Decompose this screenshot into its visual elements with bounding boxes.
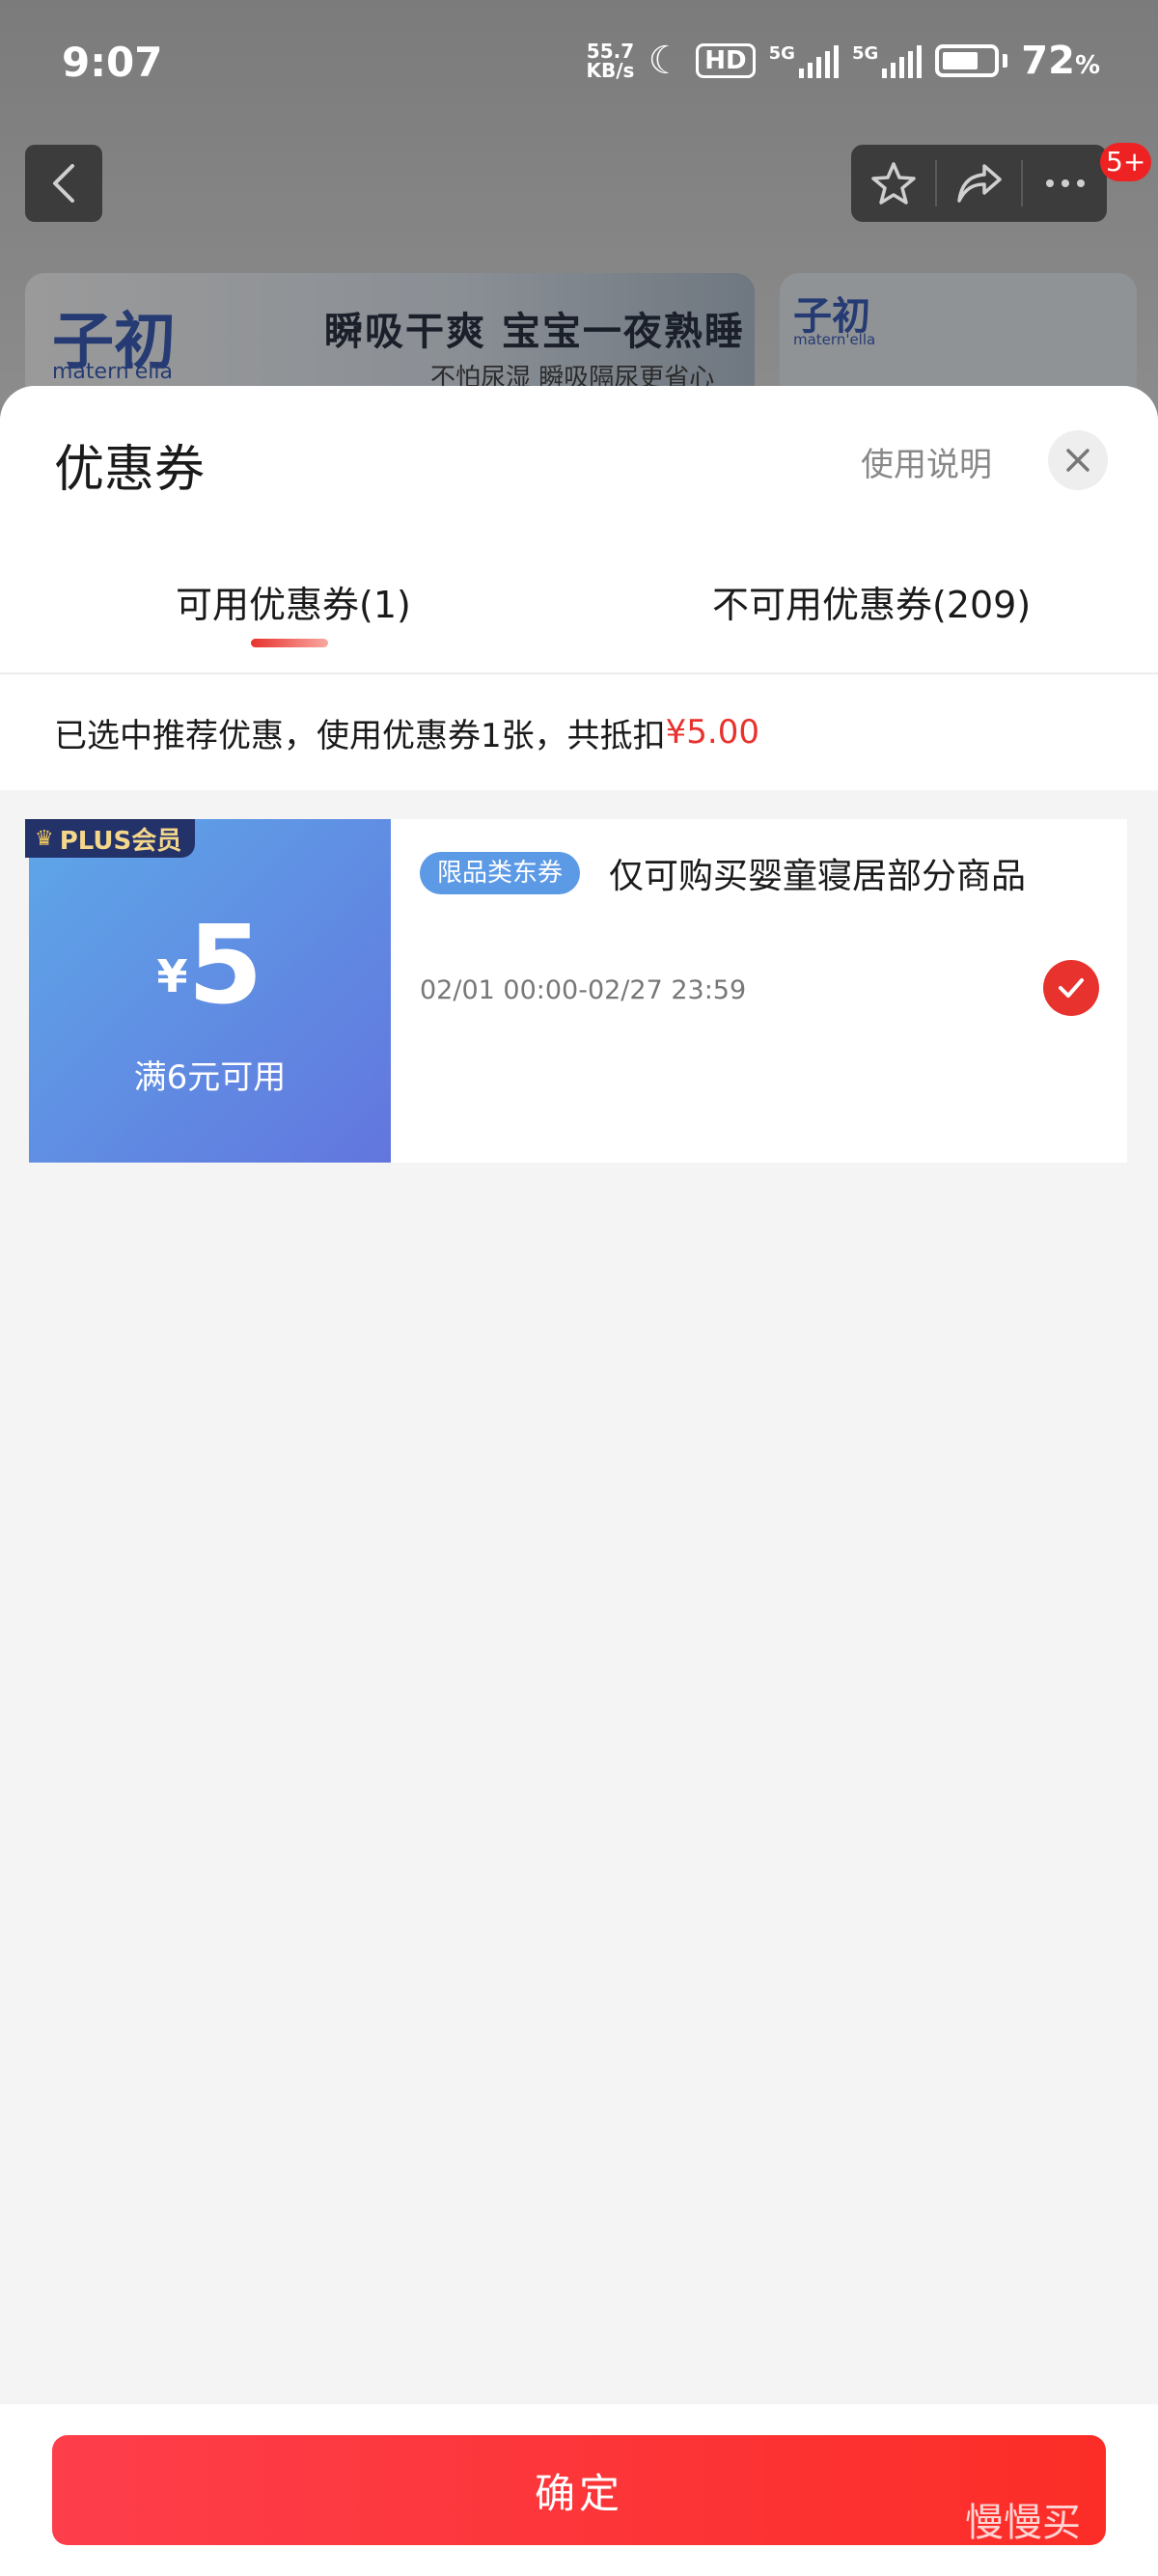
status-icons: 55.7 KB/s ☾ HD 5G 5G 72% [586, 39, 1100, 83]
signal-label: 5G [851, 43, 879, 64]
tab-available-coupons[interactable]: 可用优惠券(1) [176, 575, 411, 628]
back-button[interactable] [25, 145, 102, 222]
notification-badge: 5+ [1100, 143, 1152, 181]
coupon-currency: ¥ [156, 950, 188, 1002]
coupon-description: 仅可购买婴童寝居部分商品 [609, 857, 1027, 896]
brand-logo-sub: matern'ella [52, 360, 173, 384]
coupon-condition: 满6元可用 [133, 1058, 287, 1097]
chevron-left-icon [53, 164, 74, 203]
coupon-value-panel: ♛ PLUS会员 ¥5 满6元可用 [23, 819, 391, 1163]
summary-text: 已选中推荐优惠，使用优惠券1张，共抵扣 [54, 716, 666, 755]
signal-icon: 5G [851, 43, 923, 78]
status-bar: 9:07 55.7 KB/s ☾ HD 5G 5G 72% [0, 0, 1158, 125]
coupon-validity: 02/01 00:00-02/27 23:59 [420, 975, 747, 1005]
tab-unavailable-coupons[interactable]: 不可用优惠券(209) [712, 575, 1031, 628]
sheet-footer: 确定 [0, 2404, 1158, 2576]
coupon-select-checkbox[interactable] [1043, 960, 1099, 1016]
battery-fill [943, 52, 979, 69]
top-action-group [851, 145, 1107, 222]
discount-summary: 已选中推荐优惠，使用优惠券1张，共抵扣 ¥5.00 [0, 674, 1158, 790]
coupon-card[interactable]: ♛ PLUS会员 ¥5 满6元可用 限品类东券 仅可购买婴童寝居部分商品 02/… [23, 819, 1127, 1163]
coupon-sheet: 优惠券 使用说明 可用优惠券(1) 不可用优惠券(209) 已选中推荐优惠，使用… [0, 386, 1158, 2576]
watermark: 慢慢买 [965, 2501, 1081, 2545]
summary-amount: ¥5.00 [665, 713, 759, 752]
favorite-button[interactable] [851, 145, 935, 222]
battery-percent: 72% [1021, 39, 1100, 83]
moon-icon: ☾ [648, 39, 683, 83]
crown-icon: ♛ [35, 826, 54, 851]
share-button[interactable] [937, 145, 1021, 222]
usage-instructions-link[interactable]: 使用说明 [861, 438, 992, 485]
hd-icon: HD [696, 43, 756, 78]
watermark-sub: zhizhizhi.com [1013, 2547, 1131, 2567]
signal-icon: 5G [769, 43, 839, 78]
active-tab-indicator [251, 639, 328, 647]
close-icon [1066, 449, 1089, 472]
status-time: 9:07 [62, 39, 163, 86]
brand-logo-sub: matern'ella [793, 331, 876, 348]
confirm-button[interactable]: 确定 [52, 2435, 1106, 2545]
banner-title: 瞬吸干爽 宝宝一夜熟睡 [324, 310, 745, 354]
star-icon [870, 162, 916, 205]
coupon-value: 5 [187, 903, 263, 1028]
network-speed: 55.7 KB/s [586, 41, 634, 80]
network-speed-value: 55.7 [586, 40, 635, 63]
coupon-list: ♛ PLUS会员 ¥5 满6元可用 限品类东券 仅可购买婴童寝居部分商品 02/… [0, 790, 1158, 1163]
close-button[interactable] [1048, 430, 1108, 490]
network-speed-unit: KB/s [586, 59, 635, 82]
plus-member-badge: ♛ PLUS会员 [25, 819, 196, 858]
checkmark-icon [1059, 978, 1084, 998]
sheet-header: 优惠券 使用说明 可用优惠券(1) 不可用优惠券(209) [0, 386, 1158, 672]
more-button[interactable] [1023, 145, 1107, 222]
coupon-detail-panel: 限品类东券 仅可购买婴童寝居部分商品 02/01 00:00-02/27 23:… [391, 819, 1127, 1163]
plus-badge-label: PLUS会员 [59, 826, 182, 856]
coupon-amount: ¥5 [29, 912, 391, 1020]
more-icon [1045, 179, 1085, 187]
signal-label: 5G [768, 43, 795, 64]
coupon-type-tag: 限品类东券 [420, 852, 581, 894]
sheet-title: 优惠券 [54, 441, 206, 499]
battery-icon [935, 44, 1000, 77]
share-icon [956, 164, 1002, 203]
